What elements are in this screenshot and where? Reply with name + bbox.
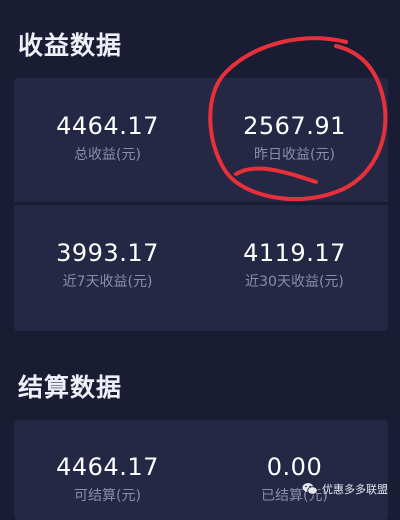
- yesterday-earnings-label: 昨日收益(元): [254, 147, 335, 163]
- yesterday-earnings-value: 2567.91: [243, 112, 346, 140]
- total-earnings-label: 总收益(元): [74, 147, 141, 163]
- watermark: 优惠多多联盟: [302, 481, 388, 497]
- last30-earnings-label: 近30天收益(元): [245, 274, 344, 290]
- wechat-icon: [302, 483, 318, 495]
- settlement-card: 4464.17 可结算(元) 0.00 已结算(元): [14, 420, 388, 520]
- earnings-section-title: 收益数据: [18, 31, 123, 60]
- row-divider: [14, 202, 388, 205]
- yesterday-earnings-stat[interactable]: 2567.91 昨日收益(元): [201, 112, 388, 164]
- last7-earnings-stat[interactable]: 3993.17 近7天收益(元): [14, 239, 201, 291]
- settled-value: 0.00: [266, 453, 323, 481]
- total-earnings-stat[interactable]: 4464.17 总收益(元): [14, 112, 201, 164]
- last7-earnings-value: 3993.17: [56, 239, 159, 267]
- watermark-text: 优惠多多联盟: [322, 483, 388, 496]
- last7-earnings-label: 近7天收益(元): [62, 274, 153, 290]
- last30-earnings-value: 4119.17: [243, 239, 346, 267]
- settleable-stat[interactable]: 4464.17 可结算(元): [14, 453, 201, 505]
- last30-earnings-stat[interactable]: 4119.17 近30天收益(元): [201, 239, 388, 291]
- settleable-value: 4464.17: [56, 453, 159, 481]
- settled-stat[interactable]: 0.00 已结算(元): [201, 453, 388, 505]
- total-earnings-value: 4464.17: [56, 112, 159, 140]
- earnings-card: 4464.17 总收益(元) 2567.91 昨日收益(元) 3993.17 近…: [14, 78, 388, 331]
- settlement-section-title: 结算数据: [18, 373, 123, 402]
- settleable-label: 可结算(元): [74, 488, 141, 504]
